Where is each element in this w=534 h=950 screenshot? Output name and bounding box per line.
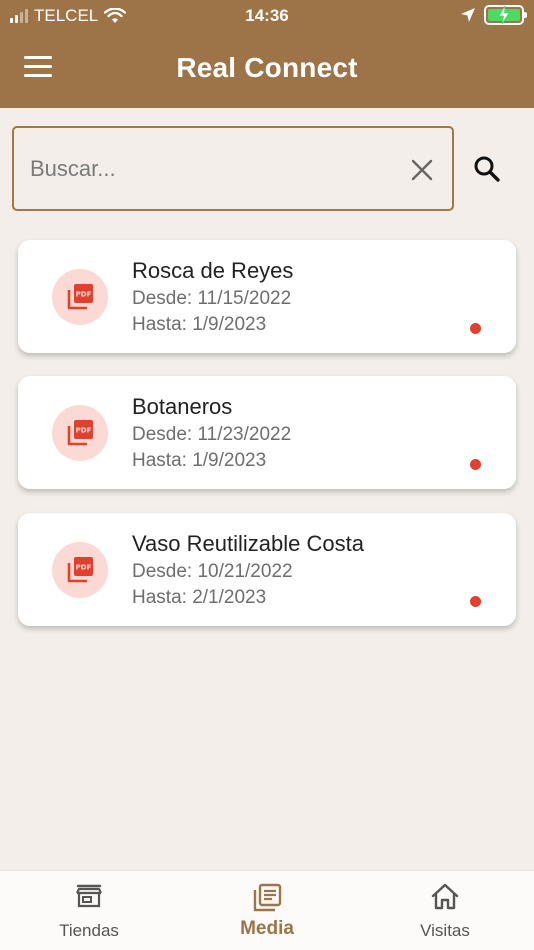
pdf-icon: PDF	[52, 269, 108, 325]
media-card[interactable]: PDF Rosca de Reyes Desde: 11/15/2022 Has…	[18, 240, 516, 353]
svg-text:PDF: PDF	[76, 564, 92, 572]
unread-dot	[470, 459, 481, 470]
svg-text:PDF: PDF	[76, 427, 92, 435]
media-icon	[253, 883, 282, 912]
media-end-date: Hasta: 1/9/2023	[132, 314, 267, 335]
pdf-icon: PDF	[52, 542, 108, 598]
nav-label: Visitas	[420, 921, 470, 940]
unread-dot	[470, 323, 481, 334]
media-title: Rosca de Reyes	[132, 258, 294, 283]
app-bar: Real Connect	[0, 34, 534, 108]
nav-label: Media	[240, 918, 294, 939]
store-icon	[76, 884, 102, 908]
status-right	[460, 5, 527, 25]
nav-visitas[interactable]: Visitas	[356, 871, 534, 950]
location-arrow-icon	[461, 8, 475, 22]
nav-tiendas[interactable]: Tiendas	[0, 871, 178, 950]
search-field	[12, 126, 454, 211]
media-end-date: Hasta: 2/1/2023	[132, 587, 267, 608]
media-start-date: Desde: 10/21/2022	[132, 561, 293, 582]
pdf-icon: PDF	[52, 405, 108, 461]
clear-search-button[interactable]	[410, 158, 434, 182]
home-icon	[431, 883, 459, 910]
media-title: Botaneros	[132, 394, 233, 419]
battery-icon	[484, 5, 527, 25]
nav-label: Tiendas	[59, 921, 119, 940]
close-icon	[411, 159, 433, 181]
clock: 14:36	[245, 6, 289, 25]
svg-text:PDF: PDF	[76, 291, 92, 299]
nav-media[interactable]: Media	[178, 871, 356, 950]
media-start-date: Desde: 11/23/2022	[132, 424, 292, 445]
media-card[interactable]: PDF Vaso Reutilizable Costa Desde: 10/21…	[18, 513, 516, 626]
search-button[interactable]	[472, 154, 502, 184]
media-end-date: Hasta: 1/9/2023	[132, 450, 267, 471]
media-card[interactable]: PDF Botaneros Desde: 11/23/2022 Hasta: 1…	[18, 376, 516, 489]
charging-bolt-icon	[498, 5, 510, 25]
media-start-date: Desde: 11/15/2022	[132, 288, 292, 309]
app-title: Real Connect	[176, 52, 358, 83]
status-bar: TELCEL 14:36	[0, 0, 534, 34]
search-icon	[474, 156, 500, 182]
top-bar: TELCEL 14:36 Real Connect	[0, 0, 534, 108]
media-title: Vaso Reutilizable Costa	[132, 531, 364, 556]
unread-dot	[470, 596, 481, 607]
bottom-navigation: Tiendas Media Visitas	[0, 870, 534, 950]
search-input[interactable]	[30, 150, 390, 188]
